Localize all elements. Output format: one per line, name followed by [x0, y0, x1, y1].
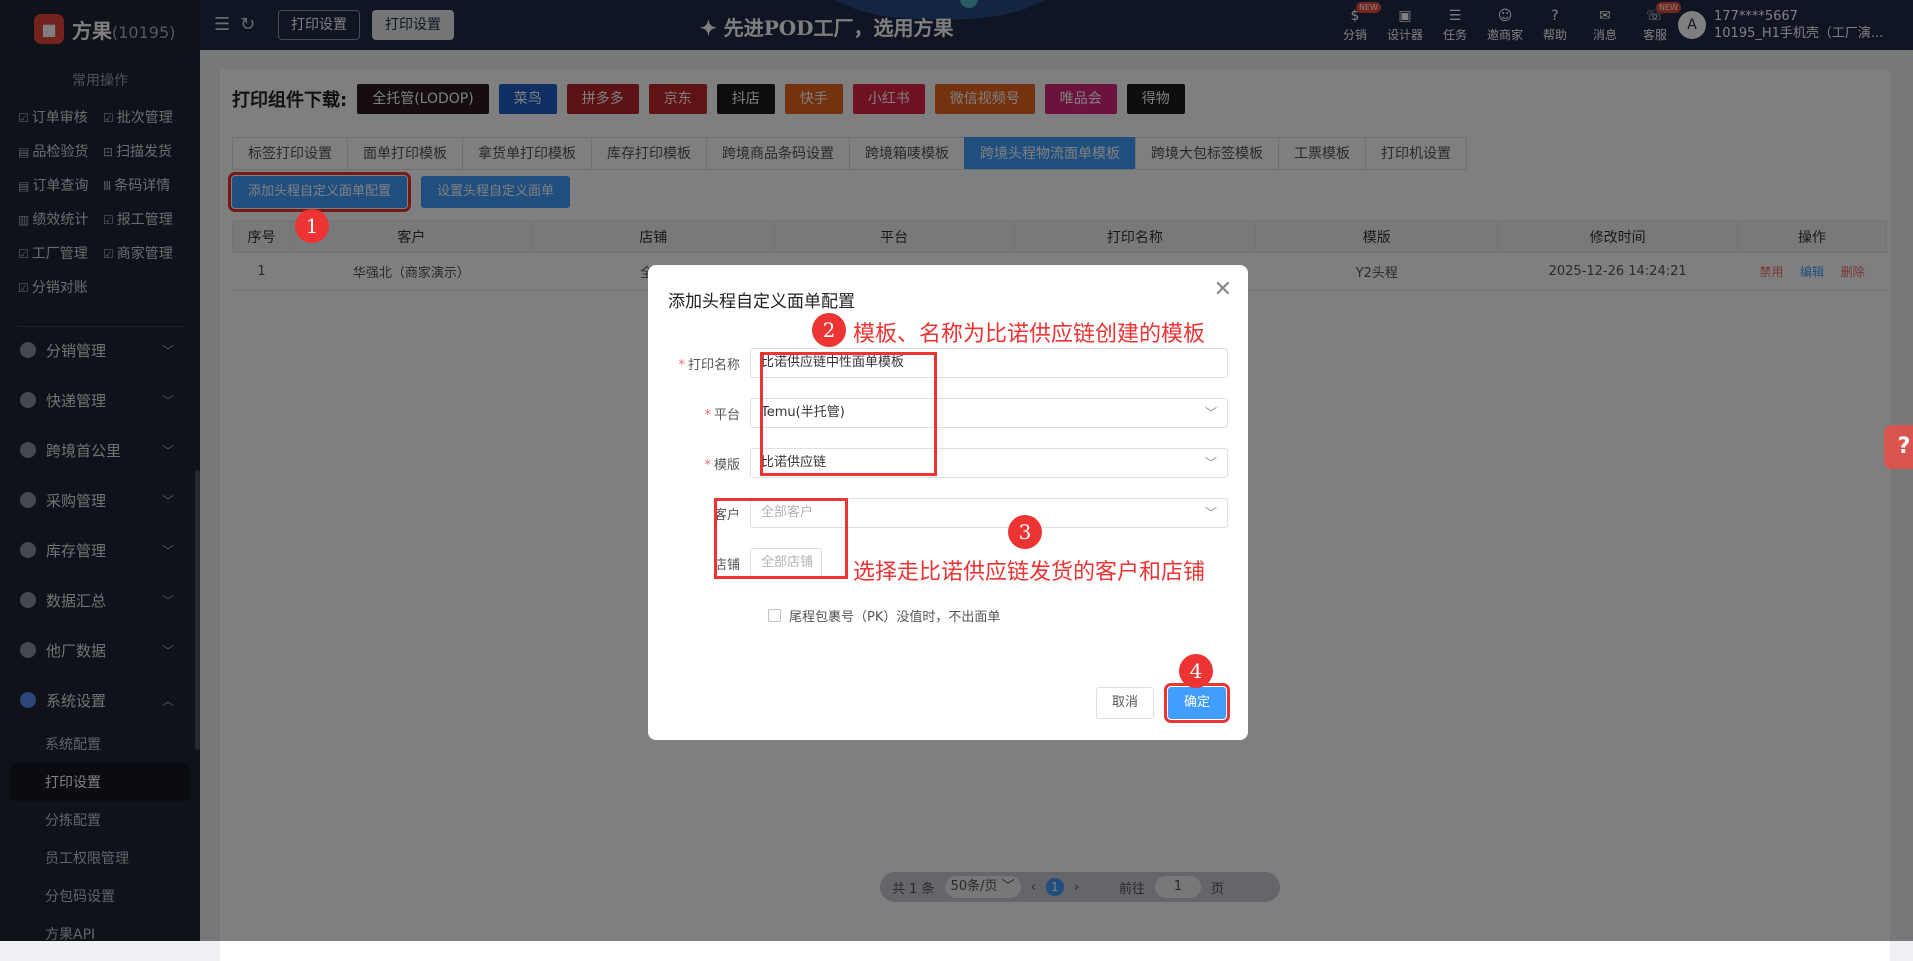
chevron-down-icon: ﹀: [1204, 506, 1217, 520]
close-icon[interactable]: ✕: [1214, 277, 1232, 302]
cancel-button[interactable]: 取消: [1096, 687, 1155, 719]
step-2-marker: 2: [812, 313, 846, 347]
pk-checkbox[interactable]: 尾程包裹号（PK）没值时，不出面单: [768, 606, 1000, 625]
help-float-button[interactable]: ?: [1884, 425, 1913, 469]
chevron-down-icon: ﹀: [1204, 456, 1217, 470]
dialog-title: 添加头程自定义面单配置: [668, 292, 855, 312]
field-print-name: * 打印名称 比诺供应链中性面单模板: [668, 348, 1228, 378]
step-3-marker: 3: [1008, 515, 1042, 549]
step-1-marker: 1: [295, 209, 329, 243]
annotation-step-2: 模板、名称为比诺供应链创建的模板: [853, 322, 1206, 347]
field-platform: * 平台 Temu(半托管) ﹀: [668, 398, 1228, 428]
highlight-box-customer-shop: [714, 498, 848, 579]
step-4-marker: 4: [1179, 654, 1213, 688]
confirm-button[interactable]: 确定: [1163, 683, 1231, 723]
field-template: * 模版 比诺供应链 ﹀: [668, 448, 1228, 478]
checkbox-icon: [768, 609, 781, 622]
chevron-down-icon: ﹀: [1204, 406, 1217, 420]
annotation-step-3: 选择走比诺供应链发货的客户和店铺: [853, 560, 1206, 585]
highlight-box-fields: [760, 352, 937, 476]
